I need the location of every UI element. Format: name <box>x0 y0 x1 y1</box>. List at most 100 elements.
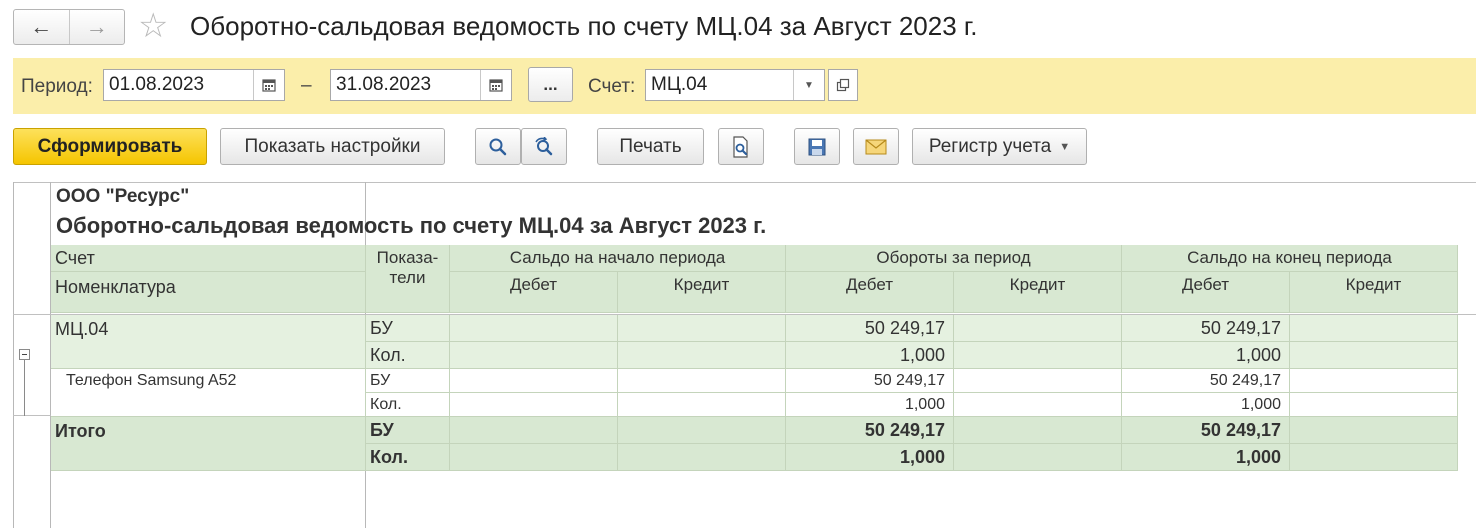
find-button[interactable] <box>475 128 521 165</box>
period-start-field[interactable]: 01.08.2023 <box>103 69 285 101</box>
header-turn-debit: Дебет <box>786 272 954 313</box>
report-title: Оборотно-сальдовая ведомость по счету МЦ… <box>56 213 767 238</box>
save-button[interactable] <box>794 128 840 165</box>
report-area[interactable]: ООО "Ресурс" Оборотно-сальдовая ведомост… <box>13 182 1476 528</box>
row-turn-credit <box>954 342 1122 369</box>
total-label: Итого <box>51 417 366 471</box>
calendar-button[interactable] <box>253 70 284 100</box>
row-indicator: БУ <box>366 369 450 393</box>
row-open-debit <box>450 315 618 342</box>
triangle-down-icon: ▼ <box>804 79 814 91</box>
print-preview-button[interactable] <box>718 128 764 165</box>
row-turn-credit <box>954 393 1122 417</box>
total-turn-credit <box>954 444 1122 471</box>
header-open-credit: Кредит <box>618 272 786 313</box>
header-indicators-line1: Показа- <box>376 248 439 267</box>
period-end-field[interactable]: 31.08.2023 <box>330 69 512 101</box>
print-button[interactable]: Печать <box>597 128 704 165</box>
row-open-debit <box>450 393 618 417</box>
row-turn-credit <box>954 369 1122 393</box>
calendar-icon <box>489 79 503 92</box>
account-dropdown-button[interactable]: ▼ <box>793 70 824 100</box>
show-settings-button[interactable]: Показать настройки <box>220 128 445 165</box>
header-nomenclature: Номенклатура <box>51 272 366 313</box>
total-open-debit <box>450 444 618 471</box>
total-open-debit <box>450 417 618 444</box>
register-label: Регистр учета <box>928 135 1052 157</box>
row-open-debit <box>450 342 618 369</box>
period-start-value: 01.08.2023 <box>109 74 205 95</box>
total-close-debit: 50 249,17 <box>1122 417 1290 444</box>
envelope-icon <box>865 139 887 154</box>
select-period-button[interactable]: ... <box>528 67 573 102</box>
account-value: МЦ.04 <box>651 74 708 95</box>
total-turn-debit: 1,000 <box>786 444 954 471</box>
total-indicator: БУ <box>366 417 450 444</box>
collapse-group-toggle[interactable] <box>19 349 30 360</box>
total-close-credit <box>1290 417 1458 444</box>
row-indicator: Кол. <box>366 342 450 369</box>
row-close-credit <box>1290 342 1458 369</box>
row-open-credit <box>618 393 786 417</box>
total-close-debit: 1,000 <box>1122 444 1290 471</box>
period-label: Период: <box>21 76 93 97</box>
header-close-credit: Кредит <box>1290 272 1458 313</box>
header-indicators-line2: тели <box>389 268 426 287</box>
header-open-debit: Дебет <box>450 272 618 313</box>
header-close-debit: Дебет <box>1122 272 1290 313</box>
row-close-debit: 1,000 <box>1122 342 1290 369</box>
row-account-name: МЦ.04 <box>51 315 366 369</box>
row-item-name: Телефон Samsung A52 <box>51 369 366 417</box>
header-turnover: Обороты за период <box>786 245 1122 272</box>
total-close-credit <box>1290 444 1458 471</box>
floppy-disk-icon <box>808 138 826 155</box>
find-next-button[interactable] <box>521 128 567 165</box>
back-button[interactable]: ← <box>14 10 69 44</box>
star-icon[interactable]: ☆ <box>138 8 168 44</box>
header-indicators: Показа- тели <box>366 245 450 313</box>
account-field[interactable]: МЦ.04 ▼ <box>645 69 825 101</box>
period-end-value: 31.08.2023 <box>336 74 432 95</box>
row-close-credit <box>1290 369 1458 393</box>
caret-down-icon: ▼ <box>1059 140 1071 153</box>
account-label: Счет: <box>588 76 636 97</box>
row-open-debit <box>450 369 618 393</box>
navigation-buttons: ← → <box>13 9 125 45</box>
period-dash: – <box>301 75 312 96</box>
row-close-debit: 50 249,17 <box>1122 315 1290 342</box>
row-open-credit <box>618 315 786 342</box>
print-preview-icon <box>733 135 748 158</box>
register-dropdown-button[interactable]: Регистр учета ▼ <box>912 128 1087 165</box>
organization-name: ООО "Ресурс" <box>56 186 190 207</box>
total-indicator: Кол. <box>366 444 450 471</box>
search-icon <box>489 138 507 155</box>
arrow-right-icon: → <box>85 14 108 39</box>
row-indicator: БУ <box>366 315 450 342</box>
header-closing-balance: Сальдо на конец периода <box>1122 245 1458 272</box>
row-close-debit: 50 249,17 <box>1122 369 1290 393</box>
window-title: Оборотно-сальдовая ведомость по счету МЦ… <box>190 11 978 41</box>
row-close-debit: 1,000 <box>1122 393 1290 417</box>
total-open-credit <box>618 444 786 471</box>
header-opening-balance: Сальдо на начало периода <box>450 245 786 272</box>
parameters-panel: Период: 01.08.2023 – 31.08.2023 ... Счет… <box>13 58 1476 114</box>
row-turn-debit: 50 249,17 <box>786 315 954 342</box>
header-account: Счет <box>51 245 366 272</box>
row-open-credit <box>618 369 786 393</box>
open-account-button[interactable] <box>828 69 858 101</box>
arrow-left-icon: ← <box>30 14 53 39</box>
total-open-credit <box>618 417 786 444</box>
forward-button[interactable]: → <box>68 10 125 44</box>
total-turn-credit <box>954 417 1122 444</box>
calendar-button[interactable] <box>480 70 511 100</box>
row-turn-debit: 1,000 <box>786 393 954 417</box>
generate-button[interactable]: Сформировать <box>13 128 207 165</box>
row-close-credit <box>1290 315 1458 342</box>
open-window-icon <box>836 78 850 92</box>
send-email-button[interactable] <box>853 128 899 165</box>
row-turn-debit: 50 249,17 <box>786 369 954 393</box>
search-next-icon <box>535 136 553 155</box>
calendar-icon <box>262 79 276 92</box>
row-turn-debit: 1,000 <box>786 342 954 369</box>
row-open-credit <box>618 342 786 369</box>
